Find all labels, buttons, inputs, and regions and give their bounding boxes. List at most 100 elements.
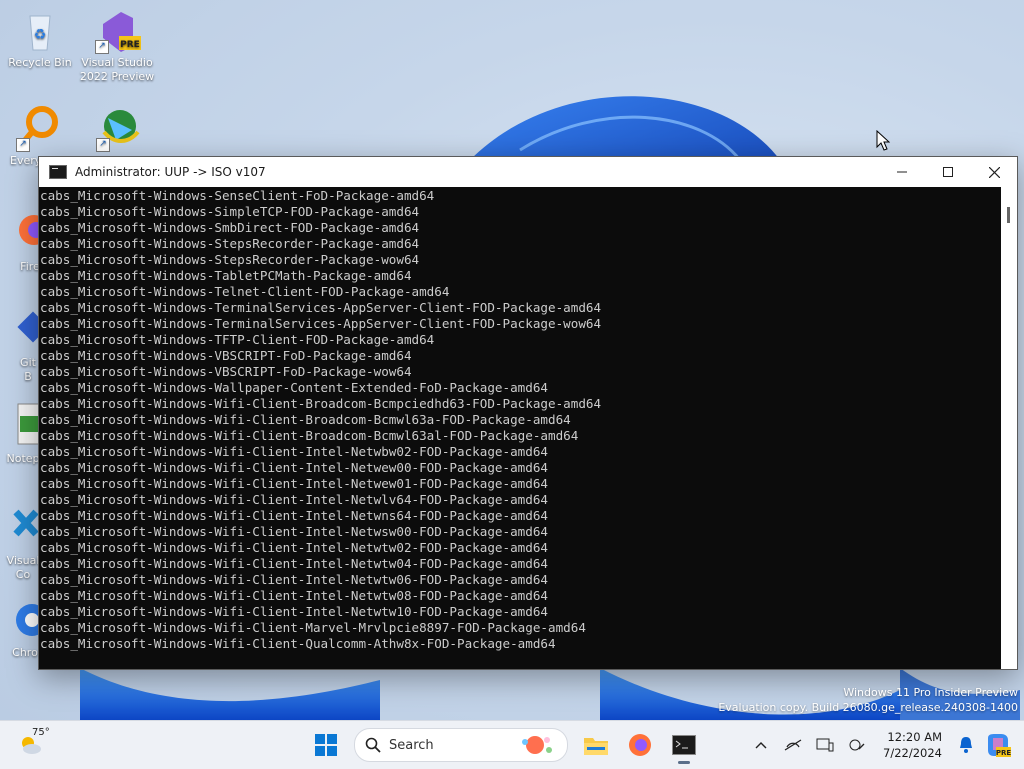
console-line: cabs_Microsoft-Windows-StepsRecorder-Pac… bbox=[40, 252, 420, 267]
network-button[interactable] bbox=[777, 729, 809, 761]
console-line: cabs_Microsoft-Windows-Wifi-Client-Intel… bbox=[40, 508, 548, 523]
console-line: cabs_Microsoft-Windows-Wifi-Client-Broad… bbox=[40, 412, 571, 427]
search-highlight-icon bbox=[522, 736, 552, 754]
console-window[interactable]: Administrator: UUP -> ISO v107 cabs_Micr… bbox=[38, 156, 1018, 670]
taskbar: 75° Search 12:20 AM 7/22/2024 PRE bbox=[0, 720, 1024, 769]
minimize-icon bbox=[897, 171, 907, 173]
desktop-icon-visual-studio[interactable]: PRE ↗ Visual Studio 2022 Preview bbox=[79, 6, 155, 84]
copilot-button[interactable]: PRE bbox=[982, 729, 1014, 761]
title-bar[interactable]: Administrator: UUP -> ISO v107 bbox=[39, 157, 1017, 187]
console-line: cabs_Microsoft-Windows-Wifi-Client-Intel… bbox=[40, 492, 548, 507]
bell-icon bbox=[960, 737, 972, 753]
accessibility-button[interactable] bbox=[841, 729, 873, 761]
evaluation-watermark: Windows 11 Pro Insider Preview Evaluatio… bbox=[718, 685, 1018, 715]
firefox-icon bbox=[629, 734, 651, 756]
console-line: cabs_Microsoft-Windows-Wifi-Client-Intel… bbox=[40, 588, 548, 603]
desktop-icon-label: Recycle Bin bbox=[8, 56, 72, 69]
taskbar-search[interactable]: Search bbox=[354, 728, 568, 762]
desktop-icon-git-bash[interactable]: Git B bbox=[0, 306, 49, 384]
desktop-icon-label: Git B bbox=[20, 356, 36, 383]
search-placeholder: Search bbox=[389, 737, 434, 753]
taskbar-center: Search bbox=[304, 727, 706, 764]
start-icon bbox=[315, 734, 337, 756]
console-line: cabs_Microsoft-Windows-Wifi-Client-Marve… bbox=[40, 620, 586, 635]
start-button[interactable] bbox=[308, 727, 344, 763]
console-output[interactable]: cabs_Microsoft-Windows-SenseClient-FoD-P… bbox=[39, 187, 1001, 669]
console-line: cabs_Microsoft-Windows-Wifi-Client-Broad… bbox=[40, 428, 579, 443]
console-line: cabs_Microsoft-Windows-TabletPCMath-Pack… bbox=[40, 268, 412, 283]
notifications-button[interactable] bbox=[950, 729, 982, 761]
mouse-cursor-icon bbox=[876, 130, 890, 151]
watermark-line-2: Evaluation copy. Build 26080.ge_release.… bbox=[718, 701, 1018, 714]
scrollbar-thumb[interactable] bbox=[1007, 207, 1010, 223]
desktop-icon-download-manager[interactable]: ↗ bbox=[88, 104, 148, 154]
watermark-line-1: Windows 11 Pro Insider Preview bbox=[843, 686, 1018, 699]
console-line: cabs_Microsoft-Windows-Wifi-Client-Intel… bbox=[40, 476, 548, 491]
console-line: cabs_Microsoft-Windows-Wifi-Client-Intel… bbox=[40, 460, 548, 475]
desktop-icon-chrome[interactable]: Chro bbox=[0, 596, 48, 660]
console-line: cabs_Microsoft-Windows-SimpleTCP-FOD-Pac… bbox=[40, 204, 420, 219]
window-controls bbox=[879, 157, 1017, 187]
firefox-taskbar-button[interactable] bbox=[622, 727, 658, 763]
recycle-bin-icon: ♻ bbox=[16, 6, 64, 54]
weather-widget[interactable]: 75° bbox=[14, 727, 64, 763]
display-button[interactable] bbox=[809, 729, 841, 761]
console-line: cabs_Microsoft-Windows-Wallpaper-Content… bbox=[40, 380, 548, 395]
minimize-button[interactable] bbox=[879, 157, 925, 187]
console-line: cabs_Microsoft-Windows-Wifi-Client-Intel… bbox=[40, 572, 548, 587]
maximize-button[interactable] bbox=[925, 157, 971, 187]
console-line: cabs_Microsoft-Windows-Wifi-Client-Intel… bbox=[40, 540, 548, 555]
console-line: cabs_Microsoft-Windows-TerminalServices-… bbox=[40, 316, 602, 331]
console-line: cabs_Microsoft-Windows-Wifi-Client-Broad… bbox=[40, 396, 602, 411]
shortcut-arrow-icon: ↗ bbox=[96, 138, 110, 152]
pre-badge: PRE bbox=[120, 40, 140, 50]
download-manager-icon: ↗ bbox=[94, 104, 142, 152]
close-icon bbox=[988, 166, 1000, 178]
close-button[interactable] bbox=[971, 157, 1017, 187]
svg-text:♻: ♻ bbox=[34, 27, 47, 43]
shortcut-arrow-icon: ↗ bbox=[16, 138, 30, 152]
clock-time: 12:20 AM bbox=[887, 730, 942, 744]
console-line: cabs_Microsoft-Windows-SmbDirect-FOD-Pac… bbox=[40, 220, 420, 235]
console-line: cabs_Microsoft-Windows-Wifi-Client-Intel… bbox=[40, 556, 548, 571]
desktop-icon-label: Visual Co bbox=[6, 554, 40, 581]
clock-date: 7/22/2024 bbox=[883, 746, 942, 760]
console-line: cabs_Microsoft-Windows-Wifi-Client-Intel… bbox=[40, 604, 548, 619]
chevron-up-icon bbox=[755, 742, 767, 749]
shortcut-arrow-icon: ↗ bbox=[95, 40, 109, 54]
console-line: cabs_Microsoft-Windows-Wifi-Client-Intel… bbox=[40, 524, 548, 539]
desktop-icon-notepad[interactable]: Notep bbox=[0, 402, 43, 466]
search-icon bbox=[365, 737, 381, 753]
vertical-scrollbar[interactable] bbox=[1001, 187, 1017, 669]
system-tray: 12:20 AM 7/22/2024 PRE bbox=[745, 721, 1024, 769]
desktop-icon-label: Fire bbox=[20, 260, 40, 273]
desktop-icon-label: Visual Studio 2022 Preview bbox=[79, 56, 155, 83]
terminal-icon bbox=[672, 735, 696, 755]
console-line: cabs_Microsoft-Windows-VBSCRIPT-FoD-Pack… bbox=[40, 364, 412, 379]
desktop-icon-firefox[interactable]: Fire bbox=[0, 210, 49, 274]
visual-studio-icon: PRE ↗ bbox=[93, 6, 141, 54]
console-line: cabs_Microsoft-Windows-StepsRecorder-Pac… bbox=[40, 236, 420, 251]
desktop-icon-recycle-bin[interactable]: ♻ Recycle Bin bbox=[2, 6, 78, 70]
window-title: Administrator: UUP -> ISO v107 bbox=[75, 165, 266, 179]
console-line: cabs_Microsoft-Windows-TFTP-Client-FOD-P… bbox=[40, 332, 435, 347]
console-line: cabs_Microsoft-Windows-TerminalServices-… bbox=[40, 300, 602, 315]
desktop-icon-everything[interactable]: ↗ Every bbox=[0, 104, 58, 168]
file-explorer-button[interactable] bbox=[578, 727, 614, 763]
desktop-icon-label: Notep bbox=[6, 452, 40, 465]
console-line: cabs_Microsoft-Windows-Wifi-Client-Qualc… bbox=[40, 636, 556, 651]
active-window-indicator bbox=[678, 761, 690, 764]
show-hidden-icons-button[interactable] bbox=[745, 729, 777, 761]
cmd-icon bbox=[49, 165, 67, 179]
terminal-taskbar-button[interactable] bbox=[666, 727, 702, 764]
maximize-icon bbox=[943, 167, 953, 177]
copilot-preview-icon: PRE bbox=[988, 734, 1011, 757]
console-line: cabs_Microsoft-Windows-Telnet-Client-FOD… bbox=[40, 284, 450, 299]
desktop-icon-label: Every bbox=[10, 154, 42, 167]
desktop-icon-label: Chro bbox=[12, 646, 38, 659]
everything-search-icon: ↗ bbox=[14, 104, 62, 152]
desktop-icon-vscode[interactable]: Visual Co bbox=[0, 504, 40, 582]
file-explorer-icon bbox=[584, 738, 608, 755]
weather-temp: 75° bbox=[32, 727, 50, 738]
clock[interactable]: 12:20 AM 7/22/2024 bbox=[883, 729, 942, 761]
